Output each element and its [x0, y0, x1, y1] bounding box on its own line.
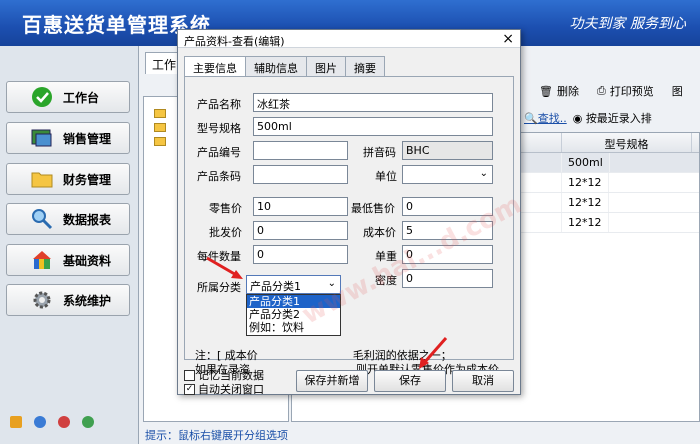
unit-select[interactable]: ⌄	[402, 165, 493, 184]
retail-price-label: 零售价	[209, 202, 242, 215]
search-bar: 🔍查找.. ◉ 按最近录入排	[524, 108, 700, 128]
category-label: 所属分类	[197, 281, 241, 294]
density-field[interactable]: 0	[402, 269, 493, 288]
delete-button[interactable]: 🗑 删除	[539, 83, 579, 99]
folder-icon	[29, 168, 55, 190]
model-spec-label: 型号规格	[197, 122, 241, 135]
checkbox-box	[184, 369, 195, 381]
chevron-down-icon: ⌄	[479, 168, 488, 179]
printer-icon: ⎙	[596, 84, 606, 97]
dialog-title-bar: 产品资料-查看(编辑) ×	[178, 30, 520, 48]
category-select[interactable]: 产品分类1 ⌄	[246, 275, 341, 294]
wholesale-price-label: 批发价	[209, 226, 242, 239]
sidebar-item-system[interactable]: 系统维护	[6, 284, 130, 316]
dialog-tabs: 主要信息 辅助信息 图片 摘要	[184, 56, 385, 77]
sidebar-item-label: 数据报表	[63, 212, 112, 227]
window-icon	[29, 127, 55, 149]
product-name-field[interactable]: 冰红茶	[253, 93, 493, 112]
auto-close-checkbox[interactable]: ✓ 自动关闭窗口	[184, 381, 264, 397]
tab-images[interactable]: 图片	[306, 56, 346, 76]
folder-icon	[154, 137, 166, 146]
min-price-label: 最低售价	[351, 202, 395, 215]
unit-weight-field[interactable]: 0	[402, 245, 493, 264]
save-button[interactable]: 保存	[374, 370, 446, 392]
toolbar: 🗑 删除 ⎙ 打印预览 图	[539, 80, 700, 102]
product-name-label: 产品名称	[197, 98, 241, 111]
chevron-down-icon: ⌄	[327, 278, 336, 289]
barcode-field[interactable]	[253, 165, 348, 184]
hint-text: 提示：鼠标右键展开分组选项	[145, 429, 288, 442]
magnifier-icon	[29, 208, 55, 230]
folder-icon	[154, 123, 166, 132]
folder-icon	[154, 109, 166, 118]
sidebar-item-basic-data[interactable]: 基础资料	[6, 244, 130, 276]
sidebar-item-label: 销售管理	[63, 131, 112, 146]
trash-icon: 🗑	[539, 84, 553, 98]
close-icon[interactable]: ×	[502, 31, 514, 47]
save-and-new-button[interactable]: 保存并新增	[296, 370, 368, 392]
cost-price-field[interactable]: 5	[402, 221, 493, 240]
density-label: 密度	[375, 274, 397, 287]
min-price-field[interactable]: 0	[402, 197, 493, 216]
print-preview-button[interactable]: ⎙ 打印预览	[597, 83, 654, 99]
sidebar-item-label: 工作台	[63, 90, 100, 105]
search-icon: 🔍	[524, 112, 538, 125]
tab-summary[interactable]: 摘要	[345, 56, 385, 76]
building-blocks-icon	[29, 249, 55, 271]
globe-icon[interactable]	[82, 416, 94, 428]
wholesale-price-field[interactable]: 0	[253, 221, 348, 240]
model-spec-field[interactable]: 500ml	[253, 117, 493, 136]
edit-icon[interactable]	[10, 416, 22, 428]
dialog-title: 产品资料-查看(编辑)	[184, 35, 285, 48]
check-circle-icon	[29, 86, 55, 108]
pinyin-code-field[interactable]: BHC	[402, 141, 493, 160]
sort-radio[interactable]: ◉ 按最近录入排	[573, 110, 652, 126]
product-code-field[interactable]	[253, 141, 348, 160]
pinyin-code-label: 拼音码	[363, 146, 396, 159]
category-dropdown: 产品分类1 产品分类2 例如：饮料	[246, 294, 341, 336]
find-link[interactable]: 🔍查找..	[524, 110, 567, 126]
product-code-label: 产品编号	[197, 146, 241, 159]
cancel-button[interactable]: 取消	[452, 370, 514, 392]
app-slogan: 功夫到家 服务到心	[569, 16, 686, 32]
barcode-label: 产品条码	[197, 170, 241, 183]
sidebar-item-finance[interactable]: 财务管理	[6, 163, 130, 195]
sidebar-item-sales[interactable]: 销售管理	[6, 122, 130, 154]
sidebar-item-label: 财务管理	[63, 172, 112, 187]
main-info-panel: 产品名称 冰红茶 型号规格 500ml 产品编号 拼音码 BHC 产品条码 单位…	[184, 76, 514, 376]
sidebar: 工作台 销售管理 财务管理 数据报表 基础资料 系统维护	[0, 46, 139, 444]
more-button[interactable]: 图	[672, 83, 683, 99]
product-dialog: 产品资料-查看(编辑) × 主要信息 辅助信息 图片 摘要 产品名称 冰红茶 型…	[177, 29, 521, 397]
sidebar-item-workbench[interactable]: 工作台	[6, 81, 130, 113]
clock-icon[interactable]	[34, 416, 46, 428]
sidebar-tools	[10, 416, 94, 428]
category-option[interactable]: 产品分类1	[247, 295, 340, 308]
tab-main-info[interactable]: 主要信息	[184, 56, 246, 77]
tab-aux-info[interactable]: 辅助信息	[245, 56, 307, 76]
unit-weight-label: 单重	[375, 250, 397, 263]
cost-price-label: 成本价	[363, 226, 396, 239]
unit-label: 单位	[375, 170, 397, 183]
checkmark-icon: ✓	[184, 383, 195, 395]
retail-price-field[interactable]: 10	[253, 197, 348, 216]
stop-icon[interactable]	[58, 416, 70, 428]
grid-col-model[interactable]: 型号规格	[562, 133, 692, 152]
sidebar-item-label: 基础资料	[63, 253, 112, 268]
category-option[interactable]: 产品分类2	[247, 308, 340, 321]
sidebar-item-reports[interactable]: 数据报表	[6, 203, 130, 235]
sidebar-item-label: 系统维护	[63, 293, 112, 308]
quantity-per-pack-field[interactable]: 0	[253, 245, 348, 264]
quantity-per-pack-label: 每件数量	[197, 250, 241, 263]
gear-icon	[29, 289, 55, 311]
category-option[interactable]: 例如：饮料	[247, 321, 340, 334]
